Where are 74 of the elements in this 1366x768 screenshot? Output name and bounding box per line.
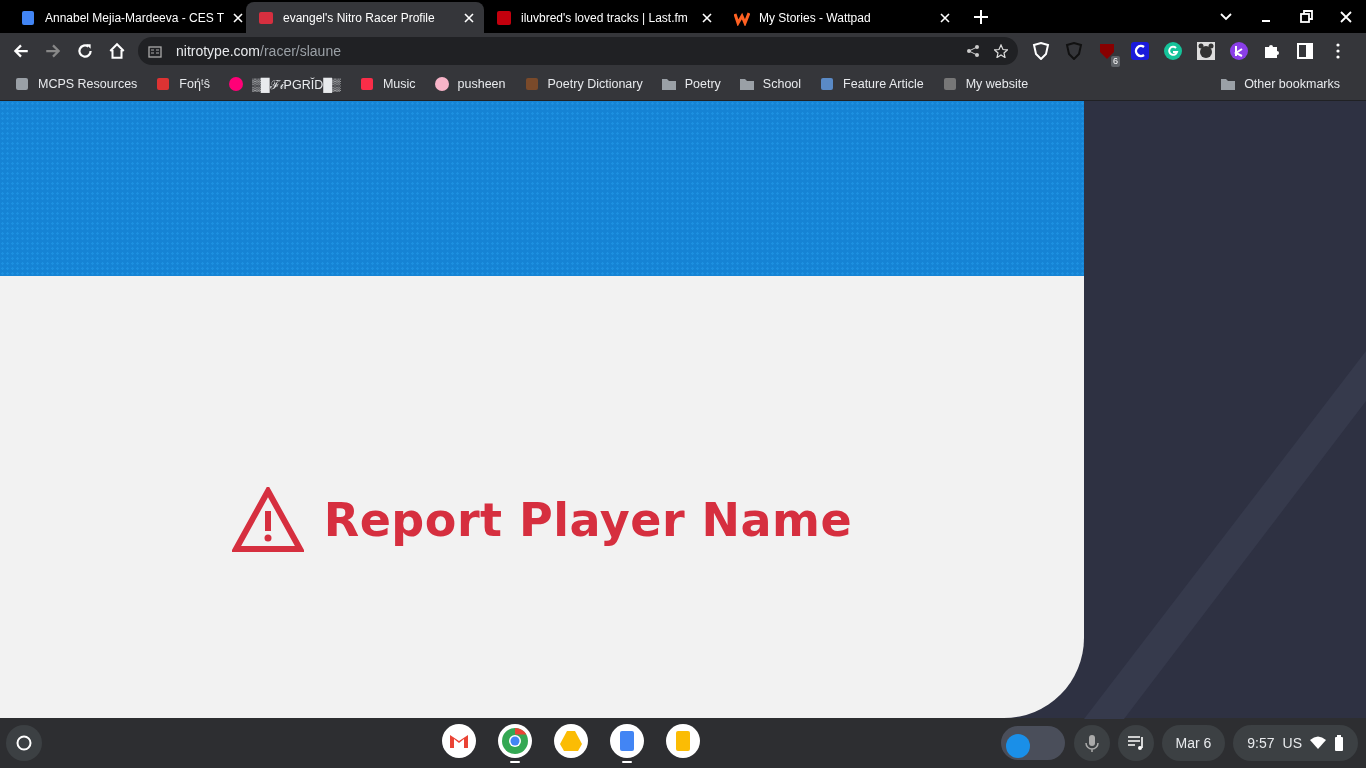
clock-text: 9:57 xyxy=(1247,735,1275,751)
bookmark[interactable]: Music xyxy=(358,76,416,92)
browser-tab[interactable]: evangel's Nitro Racer Profile xyxy=(246,2,484,33)
tab-title: evangel's Nitro Racer Profile xyxy=(283,10,436,25)
bookmark-favicon-icon xyxy=(227,76,244,92)
restore-icon[interactable] xyxy=(1299,10,1313,24)
tab-title: Annabel Mejia-Mardeeva - CES T xyxy=(45,10,225,25)
bookmark[interactable]: School xyxy=(738,76,802,92)
media-queue-icon[interactable] xyxy=(1117,725,1154,761)
bookmark[interactable]: Feature Article xyxy=(819,76,924,92)
page-heading: Report Player Name xyxy=(323,492,853,547)
app-icon xyxy=(609,723,644,758)
status-tray[interactable]: 9:57 US xyxy=(1233,725,1358,761)
shelf-app-button[interactable] xyxy=(609,723,644,763)
bookmark[interactable]: pusheen xyxy=(433,76,506,92)
app-icon xyxy=(497,723,532,758)
reload-icon[interactable] xyxy=(76,41,94,60)
bookmark[interactable]: Foήᵗŝ xyxy=(155,76,210,92)
browser-tab[interactable]: Annabel Mejia-Mardeeva - CES T xyxy=(8,2,246,33)
address-bar[interactable]: nitrotype.com/racer/slaune xyxy=(138,36,1018,65)
side-panel-icon[interactable] xyxy=(1296,41,1314,60)
bookmark[interactable]: Poetry Dictionary xyxy=(523,76,643,92)
star-icon[interactable] xyxy=(994,43,1008,58)
home-icon[interactable] xyxy=(108,41,126,60)
bookmark[interactable]: MCPS Resources xyxy=(14,76,138,92)
bookmark-favicon-icon xyxy=(738,76,755,92)
bookmark-favicon-icon xyxy=(358,76,375,92)
bookmark-favicon-icon xyxy=(523,76,540,92)
circle-g-icon[interactable] xyxy=(1164,41,1182,60)
tab-title: iluvbred's loved tracks | Last.fm xyxy=(521,10,689,25)
share-icon[interactable] xyxy=(966,43,980,58)
url-text: nitrotype.com/racer/slaune xyxy=(176,42,341,59)
warning-icon xyxy=(231,486,304,553)
bookmark[interactable]: Poetry xyxy=(660,76,721,92)
bookmark-favicon-icon xyxy=(819,76,836,92)
bookmark-favicon-icon xyxy=(433,76,450,92)
bookmark-favicon-icon xyxy=(660,76,677,92)
tab-favicon-icon xyxy=(258,9,274,26)
running-indicator xyxy=(621,760,632,763)
bookmark[interactable]: Other bookmarks xyxy=(1220,76,1340,92)
wifi-icon xyxy=(1310,736,1326,750)
tab-favicon-icon xyxy=(20,9,36,26)
date-button[interactable]: Mar 6 xyxy=(1161,725,1226,761)
tab-favicon-icon xyxy=(496,9,512,26)
tab-title: My Stories - Wattpad xyxy=(759,10,872,25)
folder-icon xyxy=(1220,76,1237,92)
keyboard-layout-text: US xyxy=(1282,735,1302,751)
app-icon xyxy=(441,723,476,758)
app-icon xyxy=(665,723,700,758)
bookmark[interactable]: My website xyxy=(941,76,1029,92)
microphone-icon[interactable] xyxy=(1073,725,1110,761)
close-icon[interactable] xyxy=(233,12,244,23)
app-icon xyxy=(553,723,588,758)
new-tab-icon[interactable] xyxy=(974,10,988,24)
bookmark-favicon-icon xyxy=(155,76,172,92)
close-icon[interactable] xyxy=(464,12,474,23)
count-badge: 6 xyxy=(1111,55,1120,67)
letter-c-icon[interactable] xyxy=(1131,41,1149,60)
shelf-app-button[interactable] xyxy=(497,723,532,763)
bookmark[interactable]: ▒█ℱ𝒾PGRĬD█▒ xyxy=(227,75,341,93)
bear-icon[interactable] xyxy=(1197,41,1215,60)
running-indicator xyxy=(509,760,520,763)
bookmark-favicon-icon xyxy=(14,76,30,92)
browser-tab[interactable]: My Stories - Wattpad xyxy=(722,2,960,33)
launcher-button[interactable] xyxy=(6,725,42,761)
bookmark-favicon-icon xyxy=(941,76,958,92)
battery-icon xyxy=(1334,735,1344,751)
browser-tab[interactable]: iluvbred's loved tracks | Last.fm xyxy=(484,2,722,33)
close-icon[interactable] xyxy=(1339,10,1353,24)
circle-k-icon[interactable] xyxy=(1230,41,1248,60)
screenshot-thumbnail-icon[interactable] xyxy=(999,726,1066,760)
close-icon[interactable] xyxy=(702,12,712,23)
close-icon[interactable] xyxy=(940,12,950,23)
site-info-icon[interactable] xyxy=(148,43,162,58)
